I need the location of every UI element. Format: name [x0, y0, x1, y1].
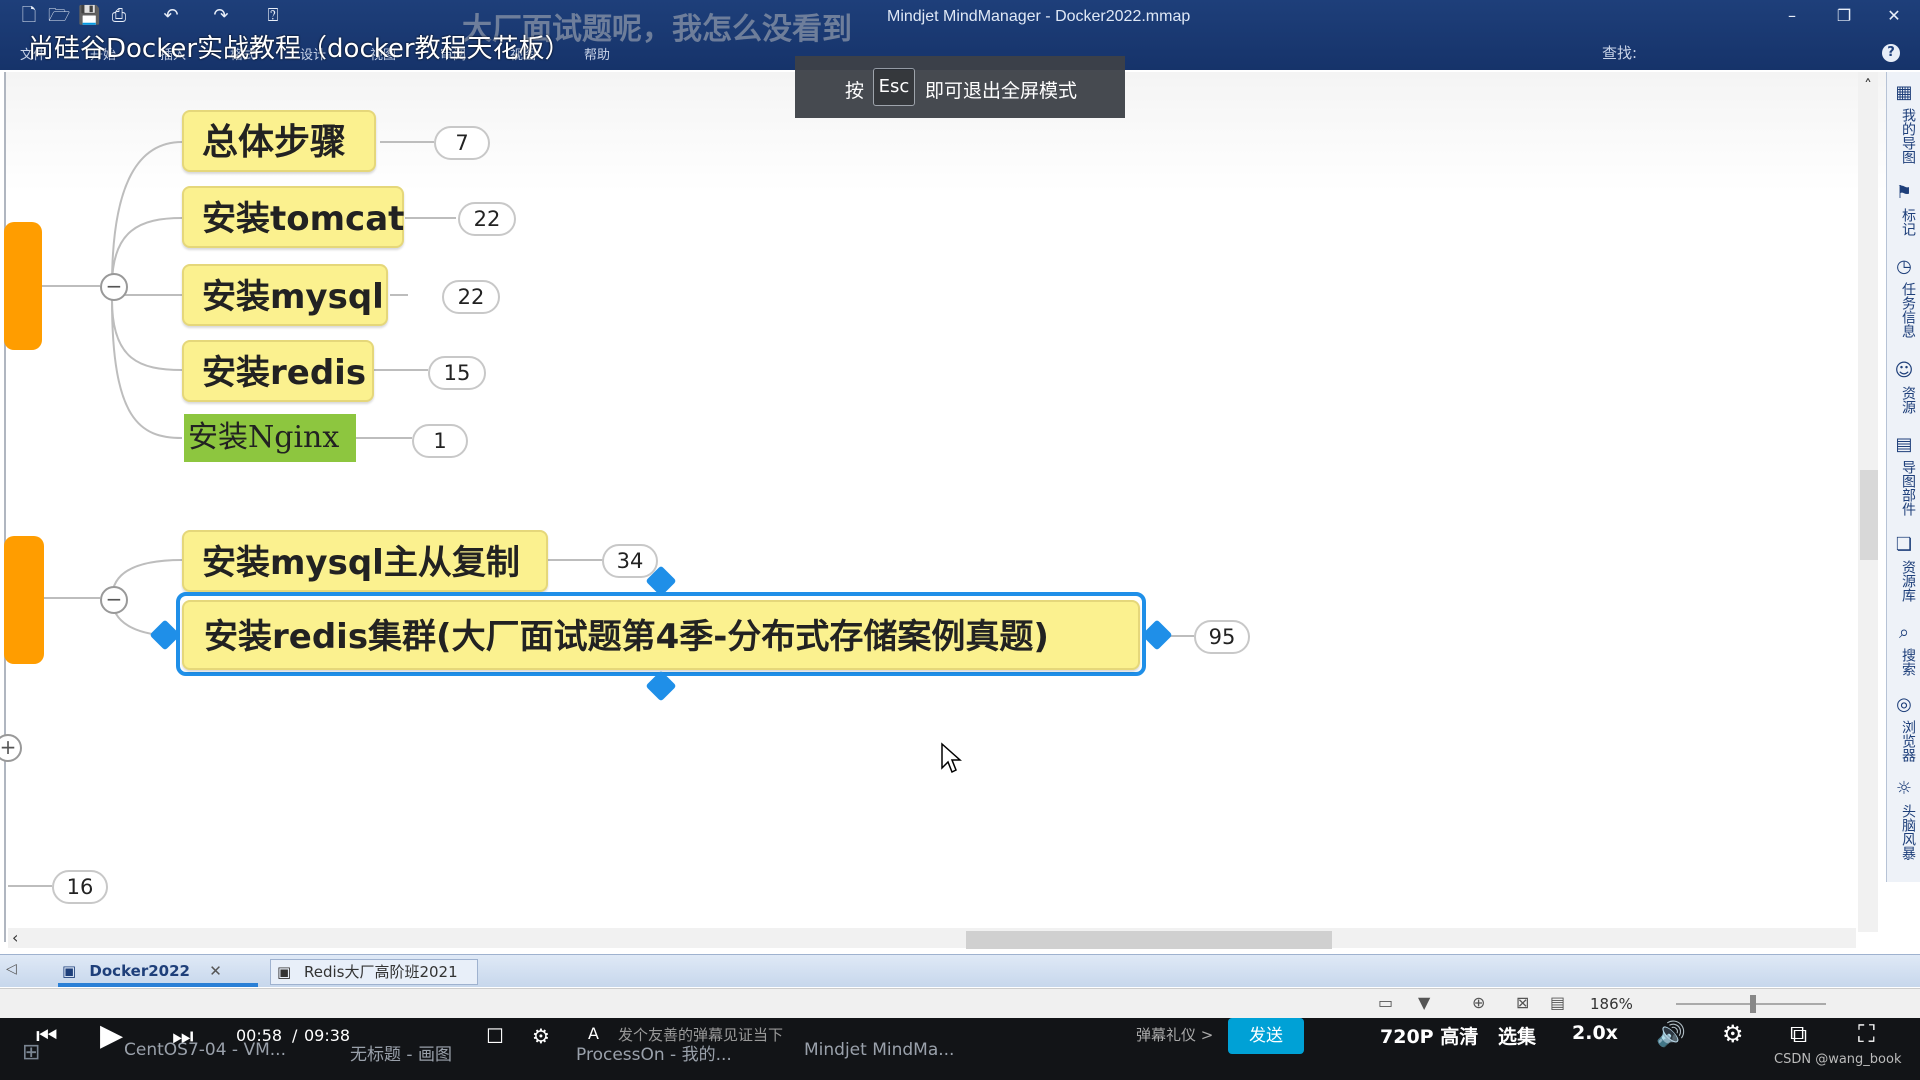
danmaku-settings-icon[interactable]: ⚙ [532, 1024, 550, 1048]
lightbulb-icon[interactable]: ☼ [1893, 778, 1915, 800]
count-badge[interactable]: 95 [1194, 620, 1250, 654]
add-icon[interactable]: ⊕ [1472, 993, 1485, 1012]
pane-my-maps[interactable]: 我的导图 [1890, 108, 1918, 164]
mouse-cursor-icon [941, 742, 962, 774]
count-badge[interactable]: 22 [442, 280, 500, 314]
quality-selector[interactable]: 720P 高清 [1380, 1022, 1478, 1049]
video-control-bar [0, 1018, 1920, 1080]
topic-mysql-replication[interactable]: 安装mysql主从复制 [182, 530, 548, 592]
horizontal-scroll-thumb[interactable] [966, 931, 1332, 949]
pip-icon[interactable]: ⧉ [1790, 1020, 1807, 1048]
episodes-button[interactable]: 选集 [1498, 1022, 1536, 1049]
volume-icon[interactable]: 🔊 [1656, 1020, 1686, 1048]
send-danmaku-button[interactable]: 发送 [1228, 1018, 1304, 1054]
pane-resources[interactable]: 资源 [1890, 386, 1918, 414]
count-badge[interactable]: 15 [428, 356, 486, 390]
fullscreen-notice: 按 Esc 即可退出全屏模式 [795, 56, 1125, 118]
count-badge[interactable]: 1 [412, 424, 468, 458]
pane-browser[interactable]: 浏览器 [1890, 720, 1918, 762]
library-icon[interactable]: ❏ [1893, 534, 1915, 556]
pane-library[interactable]: 资源库 [1890, 560, 1918, 602]
taskbar-mindmanager[interactable]: Mindjet MindMa... [804, 1040, 954, 1060]
horizontal-scrollbar[interactable] [8, 928, 1856, 948]
tab-redis-class[interactable]: ▣ Redis大厂高阶班2021 [270, 959, 478, 985]
pane-brainstorm[interactable]: 头脑风暴 [1890, 804, 1918, 860]
task-icon[interactable]: ◷ [1893, 256, 1915, 278]
topic-install-nginx[interactable]: 安装Nginx [184, 414, 356, 462]
count-badge[interactable]: 34 [602, 544, 658, 578]
taskbar-paint[interactable]: 无标题 - 画图 [350, 1040, 452, 1065]
fullscreen-icon[interactable]: ⛶ [1858, 1020, 1875, 1048]
map-icon[interactable]: ▦ [1893, 82, 1915, 104]
danmaku-toggle-icon[interactable]: ☐ [486, 1024, 504, 1048]
time-separator: / [292, 1026, 298, 1045]
view-icon[interactable]: ▤ [1550, 993, 1565, 1012]
total-time: 09:38 [304, 1026, 351, 1045]
tabs-scroll-left-icon[interactable]: ◁ [6, 961, 17, 977]
tab-label: Docker2022 [89, 962, 190, 980]
close-tab-icon[interactable]: ✕ [209, 962, 222, 980]
csdn-watermark: CSDN @wang_book [1774, 1052, 1902, 1067]
taskbar-processon[interactable]: ProcessOn - 我的... [576, 1040, 732, 1065]
topic-install-redis[interactable]: 安装redis [182, 340, 374, 402]
count-badge[interactable]: 7 [434, 126, 490, 160]
danmaku-etiquette-link[interactable]: 弹幕礼仪 > [1136, 1024, 1213, 1045]
tab-docker2022[interactable]: ▣ Docker2022 ✕ [58, 959, 258, 987]
fit-icon[interactable]: ⊠ [1516, 993, 1529, 1012]
zoom-level: 186% [1590, 995, 1633, 1013]
play-icon[interactable]: ▶ [100, 1018, 123, 1053]
parts-icon[interactable]: ▤ [1893, 434, 1915, 456]
count-badge[interactable]: 16 [52, 870, 108, 904]
settings-gear-icon[interactable]: ⚙ [1722, 1020, 1744, 1048]
vertical-scroll-thumb[interactable] [1860, 470, 1878, 560]
marker-icon[interactable]: ⚑ [1893, 182, 1915, 204]
pane-task-info[interactable]: 任务信息 [1890, 282, 1918, 338]
windows-start-icon[interactable]: ⊞ [22, 1040, 40, 1065]
scroll-left-icon[interactable]: ‹ [12, 928, 18, 947]
pane-search[interactable]: 搜索 [1890, 648, 1918, 676]
collapse-button-1[interactable]: − [100, 273, 128, 301]
notice-suffix: 即可退出全屏模式 [925, 80, 1078, 102]
topic-install-tomcat[interactable]: 安装tomcat [182, 186, 404, 248]
taskbar-vmware[interactable]: CentOS7-04 - VM... [124, 1040, 286, 1060]
mindmap-file-icon: ▣ [62, 962, 77, 980]
browser-icon[interactable]: ◎ [1893, 694, 1915, 716]
pane-map-parts[interactable]: 导图部件 [1890, 460, 1918, 516]
topic-redis-cluster[interactable]: 安装redis集群(大厂面试题第4季-分布式存储案例真题) [182, 600, 1140, 670]
topic-overall-steps[interactable]: 总体步骤 [182, 110, 376, 172]
document-tabs: ◁ ▣ Docker2022 ✕ ▣ Redis大厂高阶班2021 [0, 954, 1920, 987]
search-icon[interactable]: ⌕ [1893, 622, 1915, 644]
pane-markers[interactable]: 标记 [1890, 208, 1918, 236]
parent-node-1[interactable] [4, 222, 42, 350]
mindmap-file-icon: ▣ [277, 963, 292, 981]
esc-key-label: Esc [873, 68, 915, 106]
speed-selector[interactable]: 2.0x [1572, 1022, 1618, 1044]
tab-label: Redis大厂高阶班2021 [303, 963, 458, 981]
count-badge[interactable]: 22 [458, 202, 516, 236]
status-bar: ▭ ▼ ⊕ ⊠ ▤ 186% [0, 988, 1920, 1019]
resource-icon[interactable]: ☺ [1893, 360, 1915, 382]
notice-prefix: 按 [845, 80, 865, 102]
parent-node-2[interactable] [4, 536, 44, 664]
document-icon[interactable]: ▭ [1378, 993, 1393, 1012]
filter-icon[interactable]: ▼ [1418, 993, 1430, 1012]
zoom-slider-thumb[interactable] [1750, 995, 1756, 1013]
scroll-up-icon[interactable]: ˄ [1864, 76, 1872, 95]
right-task-pane: ▦ 我的导图 ⚑ 标记 ◷ 任务信息 ☺ 资源 ▤ 导图部件 ❏ 资源库 ⌕ 搜… [1886, 72, 1920, 882]
collapse-button-2[interactable]: − [100, 586, 128, 614]
topic-install-mysql[interactable]: 安装mysql [182, 264, 388, 326]
